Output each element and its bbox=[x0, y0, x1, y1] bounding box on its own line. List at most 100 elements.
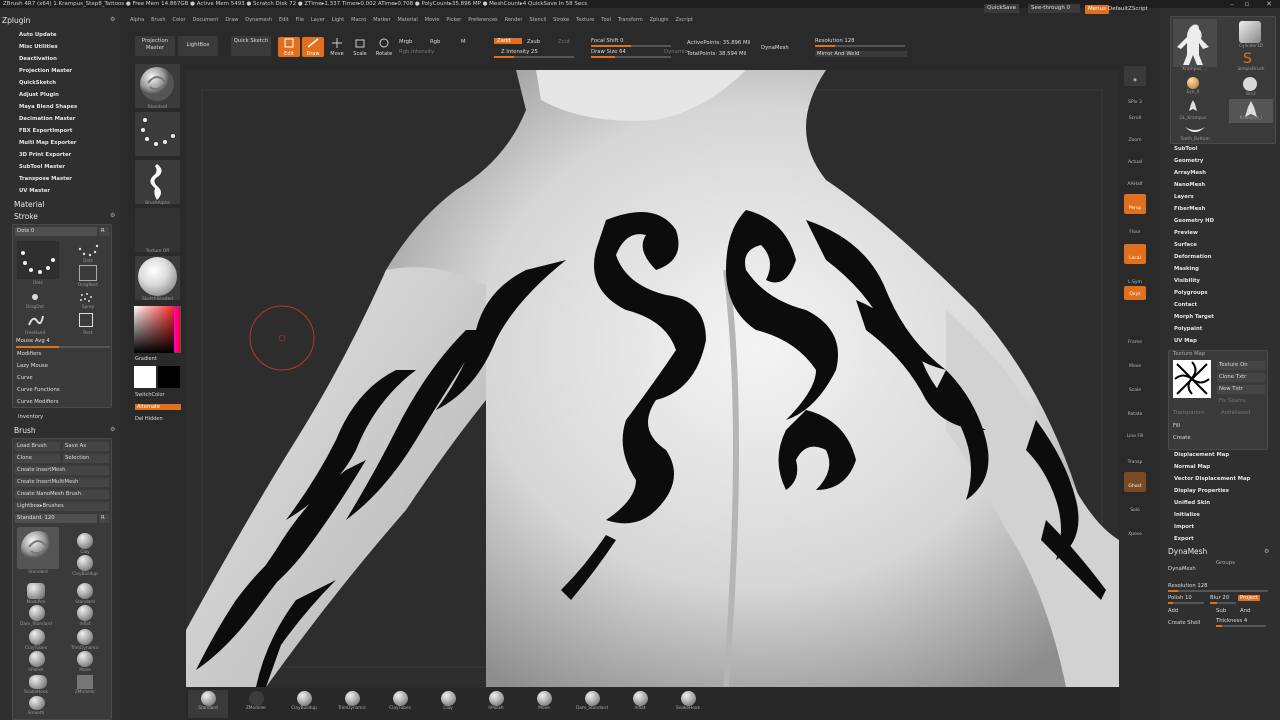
inflat-brush-icon[interactable] bbox=[77, 605, 93, 621]
menu-movie[interactable]: Movie bbox=[425, 17, 440, 23]
polypaint-item[interactable]: Polypaint bbox=[1174, 326, 1202, 332]
menu-tool[interactable]: Tool bbox=[601, 17, 611, 23]
visibility-item[interactable]: Visibility bbox=[1174, 278, 1200, 284]
aahalf-button[interactable]: AAHalf bbox=[1124, 170, 1146, 190]
dynamesh-title[interactable]: DynaMesh bbox=[1168, 547, 1207, 556]
stroke-curve[interactable]: Curve bbox=[17, 375, 33, 381]
main-color-swatch[interactable] bbox=[134, 366, 156, 388]
texture-on-button[interactable]: Texture On bbox=[1217, 361, 1265, 370]
plugin-adjust[interactable]: Adjust Plugin bbox=[19, 92, 59, 98]
rgb-intensity-slider[interactable]: Rgb Intensity bbox=[399, 49, 434, 55]
menu-file[interactable]: File bbox=[296, 17, 304, 23]
edit-mode-button[interactable]: Edit bbox=[278, 37, 300, 57]
ol-krampus-thumb[interactable] bbox=[1187, 99, 1199, 115]
layers-item[interactable]: Layers bbox=[1174, 194, 1194, 200]
clone-txtr-button[interactable]: Clone Txtr bbox=[1217, 373, 1265, 382]
zadd-button[interactable]: Zadd bbox=[494, 38, 522, 44]
plugin-decimation[interactable]: Decimation Master bbox=[19, 116, 75, 122]
rotate-view-button[interactable]: Rotate bbox=[1124, 400, 1146, 420]
menu-stencil[interactable]: Stencil bbox=[529, 17, 546, 23]
contact-item[interactable]: Contact bbox=[1174, 302, 1197, 308]
and-button[interactable]: And bbox=[1240, 608, 1250, 614]
z-intensity-slider[interactable]: Z Intensity 25 bbox=[501, 49, 538, 55]
focal-shift-slider[interactable]: Focal Shift 0 bbox=[591, 38, 624, 44]
dragrect-icon[interactable] bbox=[79, 265, 97, 281]
plugin-fbx[interactable]: FBX ExportImport bbox=[19, 128, 72, 134]
vector-displacement-item[interactable]: Vector Displacement Map bbox=[1174, 476, 1250, 482]
reset-icon[interactable]: R bbox=[99, 227, 109, 236]
gear-icon[interactable]: ⚙ bbox=[110, 16, 115, 23]
xpose-button[interactable]: Xpose bbox=[1124, 520, 1146, 540]
draw-size-slider[interactable]: Draw Size 64 bbox=[591, 49, 626, 55]
create-insertmultimesh-button[interactable]: Create InsertMultiMesh bbox=[15, 478, 109, 487]
save-as-button[interactable]: Save As bbox=[63, 442, 109, 451]
menu-light[interactable]: Light bbox=[332, 17, 344, 23]
teeth-thumb[interactable] bbox=[1183, 125, 1207, 135]
zcut-button[interactable]: Zcut bbox=[558, 39, 570, 45]
actual-button[interactable]: Actual bbox=[1124, 148, 1146, 168]
plugin-multimap[interactable]: Multi Map Exporter bbox=[19, 140, 76, 146]
blur-track[interactable] bbox=[1210, 602, 1236, 604]
move-brush-icon[interactable] bbox=[77, 651, 93, 667]
eye-thumb[interactable] bbox=[1187, 77, 1199, 89]
uv-map-item[interactable]: UV Map bbox=[1174, 338, 1197, 344]
line-fill-button[interactable]: Line Fill bbox=[1124, 422, 1146, 442]
stroke-curve-modifiers[interactable]: Curve Modifiers bbox=[17, 399, 59, 405]
brs-thumb[interactable] bbox=[1243, 77, 1257, 91]
bottom-brush-damstandard[interactable]: Dam_Standard bbox=[572, 690, 612, 718]
draw-mode-button[interactable]: Draw bbox=[302, 37, 324, 57]
menu-document[interactable]: Document bbox=[192, 17, 218, 23]
current-brush-slider[interactable]: Standard. 120 bbox=[15, 514, 97, 523]
sub-button[interactable]: Sub bbox=[1216, 608, 1226, 614]
solo-button[interactable]: Solo bbox=[1124, 496, 1146, 516]
claytubes-brush-icon[interactable] bbox=[29, 629, 45, 645]
export-item[interactable]: Export bbox=[1174, 536, 1194, 542]
frame-button[interactable]: Frame bbox=[1124, 328, 1146, 348]
sculpt-model[interactable] bbox=[186, 70, 1119, 687]
fibermesh-item[interactable]: FiberMesh bbox=[1174, 206, 1205, 212]
scroll-button[interactable]: Scroll bbox=[1124, 104, 1146, 124]
thickness-track[interactable] bbox=[1216, 625, 1266, 627]
damstandard-brush-icon[interactable] bbox=[29, 605, 45, 621]
menu-edit[interactable]: Edit bbox=[279, 17, 289, 23]
lsym-button[interactable]: L.Sym bbox=[1124, 268, 1146, 288]
move-mode-button[interactable]: Move bbox=[326, 37, 348, 57]
import-item[interactable]: Import bbox=[1174, 524, 1194, 530]
thickness-slider[interactable]: Thickness 4 bbox=[1216, 618, 1247, 624]
claybuildup-brush-icon[interactable] bbox=[77, 555, 93, 571]
create-shell-button[interactable]: Create Shell bbox=[1168, 620, 1200, 626]
resolution-track[interactable] bbox=[1168, 590, 1268, 592]
clay-brush-icon[interactable] bbox=[77, 533, 93, 549]
freehand-icon[interactable] bbox=[27, 313, 45, 329]
menu-render[interactable]: Render bbox=[505, 17, 523, 23]
quicksave-button[interactable]: QuickSave bbox=[984, 4, 1020, 13]
alpha-picker[interactable] bbox=[135, 160, 180, 204]
bottom-brush-hpolish[interactable]: hPolish bbox=[476, 690, 516, 718]
add-button[interactable]: Add bbox=[1168, 608, 1178, 614]
inventory-item[interactable]: Inventory bbox=[18, 414, 43, 420]
material-title[interactable]: Material bbox=[14, 200, 44, 209]
persp-button[interactable]: Persp bbox=[1124, 194, 1146, 214]
dynamesh-shelf-button[interactable]: DynaMesh bbox=[761, 45, 789, 51]
create-nanomesh-button[interactable]: Create NanoMesh Brush bbox=[15, 490, 109, 499]
new-txtr-button[interactable]: New Txtr bbox=[1217, 385, 1265, 394]
bottom-brush-claytubes[interactable]: ClayTubes bbox=[380, 690, 420, 718]
stroke-modifiers[interactable]: Modifiers bbox=[17, 351, 41, 357]
antialiased-button[interactable]: Antialiased bbox=[1219, 409, 1265, 418]
arraymesh-item[interactable]: ArrayMesh bbox=[1174, 170, 1206, 176]
fill-button[interactable]: Fill bbox=[1173, 423, 1180, 429]
material-picker[interactable] bbox=[135, 256, 180, 300]
geometry-hd-item[interactable]: Geometry HD bbox=[1174, 218, 1214, 224]
plugin-maya-blend[interactable]: Maya Blend Shapes bbox=[19, 104, 77, 110]
zsub-button[interactable]: Zsub bbox=[527, 39, 540, 45]
transp-button[interactable]: Transp bbox=[1124, 448, 1146, 468]
zplugin-title[interactable]: Zplugin bbox=[2, 16, 30, 25]
dots-slider[interactable]: Dots 0 bbox=[15, 227, 97, 236]
project-button[interactable]: Project bbox=[1238, 595, 1261, 601]
dragdot-icon[interactable] bbox=[27, 291, 43, 303]
polygroups-item[interactable]: Polygroups bbox=[1174, 290, 1208, 296]
selection-button[interactable]: Selection bbox=[63, 454, 109, 463]
projection-master-button[interactable]: Projection Master bbox=[135, 36, 175, 56]
preview-item[interactable]: Preview bbox=[1174, 230, 1198, 236]
bottom-brush-move[interactable]: Move bbox=[524, 690, 564, 718]
